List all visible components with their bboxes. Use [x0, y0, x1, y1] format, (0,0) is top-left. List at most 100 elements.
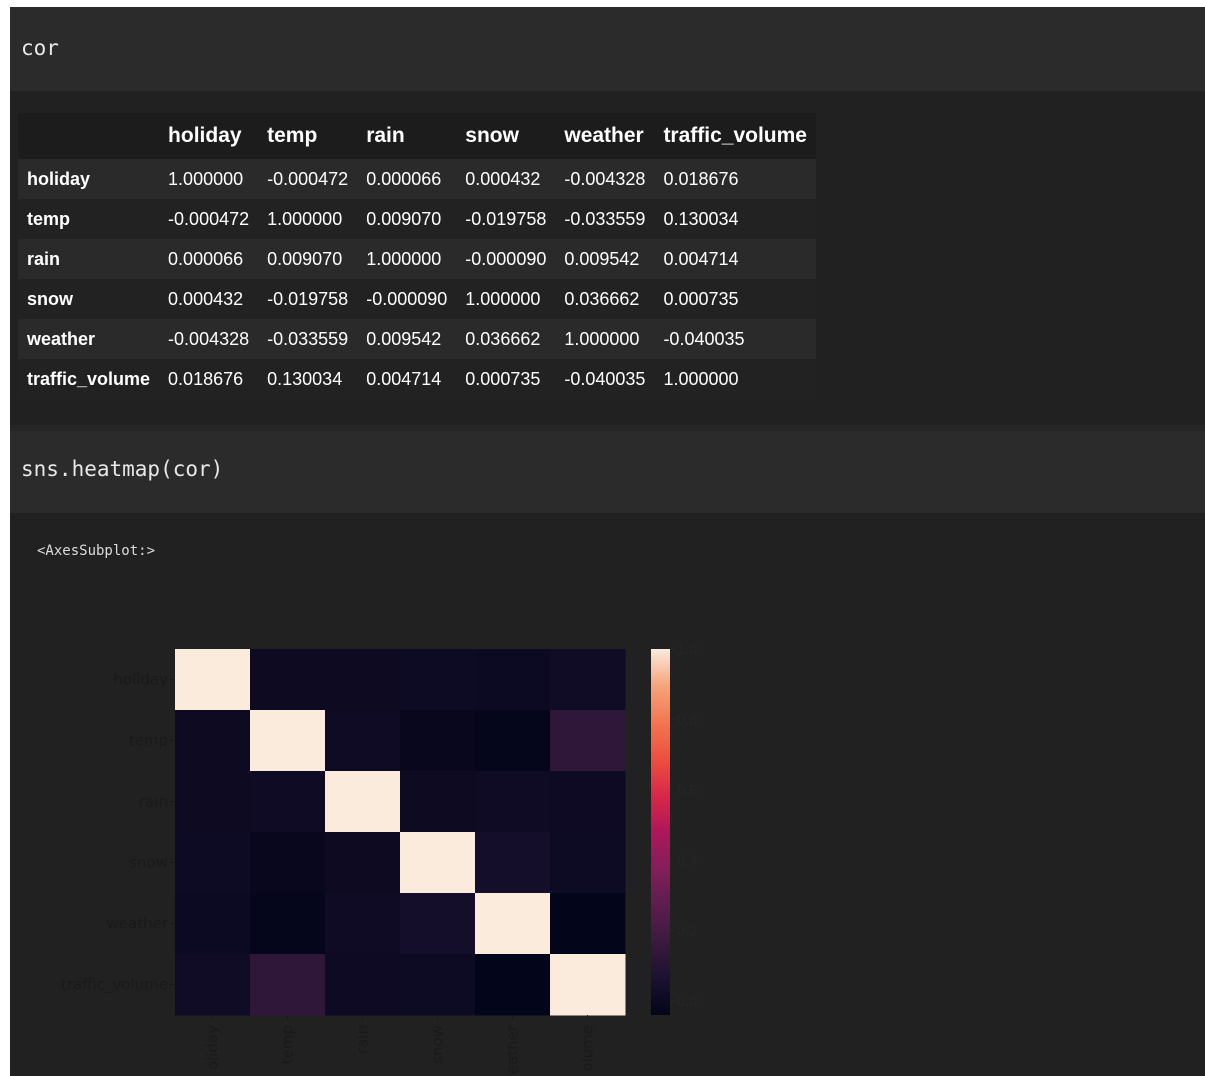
table-cell: 1.000000	[168, 168, 244, 189]
table-cell: 0.009542	[366, 328, 442, 349]
heatmap-cell	[475, 893, 551, 955]
table-cell: 0.000735	[465, 368, 541, 389]
heatmap-cell	[250, 649, 326, 711]
notebook-frame: cor holiday temp rain snow weather traffic_vo…	[10, 7, 1205, 1076]
row-tick-label: rain	[139, 793, 168, 811]
heatmap-chart: holiday temp rain snow weather traffic_volume…	[61, 643, 698, 1074]
row-tick-label: weather	[107, 915, 169, 933]
col-tick-label: oliday	[204, 1025, 222, 1070]
row-label: temp	[27, 208, 71, 229]
table-row: rain 0.000066 0.009070 1.000000 -0.000090 0.0…	[18, 239, 816, 279]
code-cell-cor[interactable]: cor	[10, 7, 1205, 91]
heatmap-cell	[550, 893, 626, 955]
colorbar-tick-label: 0.2	[677, 925, 698, 940]
heatmap-cell	[550, 710, 626, 772]
table-cell: -0.040035	[564, 368, 646, 389]
row-tick-label: temp	[129, 732, 168, 750]
column-header: temp	[267, 124, 318, 147]
heatmap-cell	[400, 771, 476, 833]
correlation-table: holiday temp rain snow weather traffic_volume…	[18, 113, 816, 399]
col-tick-label: snow	[429, 1025, 447, 1064]
heatmap-cell	[475, 710, 551, 772]
row-tick-label: snow	[129, 854, 168, 872]
table-cell: 1.000000	[564, 328, 640, 349]
code-text[interactable]: cor	[21, 36, 59, 60]
table-cell: 1.000000	[366, 248, 442, 269]
heatmap-cell	[550, 832, 626, 894]
table-cell: -0.033559	[564, 208, 646, 229]
colorbar-tick-label: 0.0	[677, 995, 698, 1010]
col-tick-label: olume	[579, 1025, 597, 1072]
heatmap-cell	[175, 893, 251, 955]
table-row: traffic_volume 0.018676 0.130034 0.004714 0.…	[18, 359, 816, 399]
heatmap-cell	[325, 954, 401, 1016]
table-row: snow 0.000432 -0.019758 -0.000090 1.000000 0.…	[18, 279, 816, 319]
heatmap-cell	[250, 954, 326, 1016]
table-row: weather -0.004328 -0.033559 0.009542 0.03666…	[18, 319, 816, 359]
heatmap-cell	[475, 954, 551, 1016]
table-cell: 0.004714	[366, 368, 442, 389]
heatmap-output: <AxesSubplot:> holiday temp rain snow we…	[10, 513, 1205, 1076]
table-header-row: holiday temp rain snow weather traffic_volume	[18, 113, 816, 159]
table-cell: 0.009542	[564, 248, 640, 269]
heatmap-cell	[250, 771, 326, 833]
row-tick-label: holiday	[113, 671, 168, 689]
row-tick-label: traffic_volume	[61, 976, 168, 995]
row-label: holiday	[27, 168, 91, 189]
heatmap-cell	[400, 649, 476, 711]
row-label: snow	[27, 288, 74, 309]
column-header: traffic_volume	[663, 124, 807, 147]
column-header: holiday	[168, 124, 242, 147]
heatmap-cell	[175, 710, 251, 772]
column-header	[18, 113, 159, 159]
col-tick-label: temp	[279, 1025, 297, 1064]
table-cell: -0.004328	[564, 168, 646, 189]
heatmap-cell	[175, 832, 251, 894]
heatmap-cell	[325, 771, 401, 833]
table-cell: -0.040035	[663, 328, 745, 349]
table-cell: 0.000066	[366, 168, 442, 189]
heatmap-cell	[175, 649, 251, 711]
table-cell: -0.019758	[267, 288, 349, 309]
code-cell-heatmap[interactable]: sns.heatmap(cor)	[10, 431, 1205, 513]
table-cell: -0.000472	[267, 168, 349, 189]
column-header: snow	[465, 124, 519, 147]
heatmap-cell	[325, 893, 401, 955]
heatmap-cell	[325, 710, 401, 772]
colorbar	[651, 649, 670, 1015]
code-text[interactable]: sns.heatmap(cor)	[21, 457, 223, 481]
table-cell: -0.019758	[465, 208, 547, 229]
heatmap-cell	[550, 649, 626, 711]
row-label: rain	[27, 248, 61, 269]
table-cell: 1.000000	[663, 368, 739, 389]
heatmap-cell	[325, 832, 401, 894]
heatmap-cell	[400, 832, 476, 894]
colorbar-tick-label: 0.4	[677, 854, 698, 869]
heatmap-cell	[550, 771, 626, 833]
table-cell: 0.004714	[663, 248, 739, 269]
table-cell: 1.000000	[267, 208, 343, 229]
heatmap-cell	[175, 771, 251, 833]
table-cell: 1.000000	[465, 288, 541, 309]
heatmap-cell	[550, 954, 626, 1016]
row-label: weather	[27, 328, 96, 349]
table-cell: 0.018676	[168, 368, 244, 389]
table-cell: 0.009070	[366, 208, 442, 229]
heatmap-cell	[250, 893, 326, 955]
table-cell: 0.130034	[663, 208, 739, 229]
heatmap-cell	[400, 710, 476, 772]
table-cell: 0.036662	[465, 328, 541, 349]
table-cell: 0.036662	[564, 288, 640, 309]
table-row: temp -0.000472 1.000000 0.009070 -0.019758 -0…	[18, 199, 816, 239]
heatmap-cell	[475, 771, 551, 833]
heatmap-cell	[325, 649, 401, 711]
heatmap-cell	[475, 649, 551, 711]
colorbar-tick-label: 1.0	[677, 643, 698, 658]
table-row: holiday 1.000000 -0.000472 0.000066 0.000432…	[18, 159, 816, 199]
col-tick-label: eather	[504, 1024, 522, 1074]
heatmap-cell	[400, 893, 476, 955]
col-tick-label: rain	[354, 1025, 372, 1054]
heatmap-cell	[250, 832, 326, 894]
table-cell: -0.000472	[168, 208, 250, 229]
heatmap-cell	[250, 710, 326, 772]
